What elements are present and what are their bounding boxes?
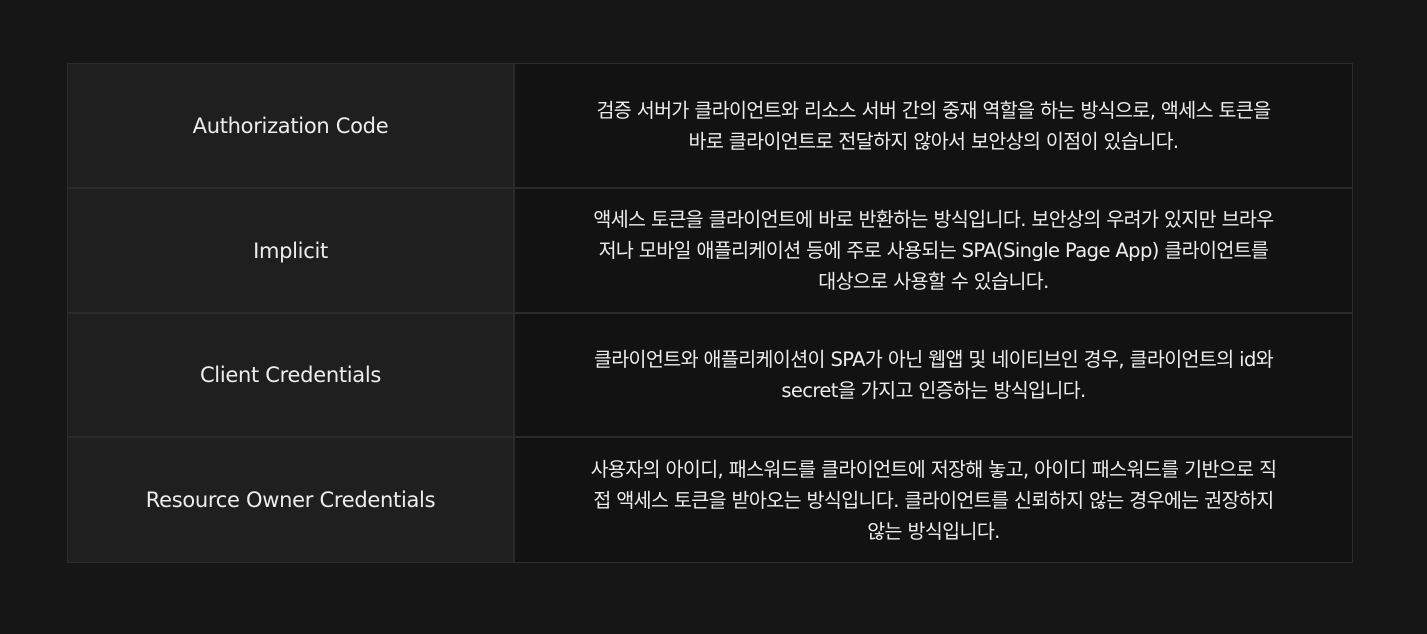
grant-type-name: Authorization Code xyxy=(192,113,389,138)
description-line: 접 액세스 토큰을 받아오는 방식입니다. 클라이언트를 신뢰하지 않는 경우에… xyxy=(593,488,1274,512)
description-line: 검증 서버가 클라이언트와 리소스 서버 간의 중재 역할을 하는 방식으로, … xyxy=(596,98,1271,122)
description-line: 클라이언트와 애플리케이션이 SPA가 아닌 웹앱 및 네이티브인 경우, 클라… xyxy=(593,348,1274,371)
grant-type-label: Resource Owner Credentials xyxy=(68,438,515,562)
grant-type-label: Implicit xyxy=(68,189,515,314)
description-line: 대상으로 사용할 수 있습니다. xyxy=(818,270,1049,293)
grant-type-name: Client Credentials xyxy=(199,363,382,387)
description-line: 저나 모바일 애플리케이션 등에 주로 사용되는 SPA(Single Page… xyxy=(598,239,1269,262)
description-line: 사용자의 아이디, 패스워드를 클라이언트에 저장해 놓고, 아이디 패스워드를… xyxy=(590,457,1277,481)
grant-type-description: 검증 서버가 클라이언트와 리소스 서버 간의 중재 역할을 하는 방식으로, … xyxy=(515,64,1352,189)
grant-type-name: Resource Owner Credentials xyxy=(145,488,436,512)
grant-type-description: 사용자의 아이디, 패스워드를 클라이언트에 저장해 놓고, 아이디 패스워드를… xyxy=(515,438,1352,562)
description-line: 않는 방식입니다. xyxy=(867,519,1000,543)
grant-type-description: 클라이언트와 애플리케이션이 SPA가 아닌 웹앱 및 네이티브인 경우, 클라… xyxy=(515,314,1352,438)
grant-type-label: Authorization Code xyxy=(68,64,515,189)
description-line: secret을 가지고 인증하는 방식입니다. xyxy=(781,379,1086,402)
grant-types-table: Authorization Code 검증 서버가 클라이언트와 리소스 서버 … xyxy=(67,63,1353,563)
grant-type-label: Client Credentials xyxy=(68,314,515,438)
grant-type-name: Implicit xyxy=(253,238,328,263)
description-line: 액세스 토큰을 클라이언트에 바로 반환하는 방식입니다. 보안상의 우려가 있… xyxy=(593,208,1274,231)
description-line: 바로 클라이언트로 전달하지 않아서 보안상의 이점이 있습니다. xyxy=(688,129,1179,153)
grant-type-description: 액세스 토큰을 클라이언트에 바로 반환하는 방식입니다. 보안상의 우려가 있… xyxy=(515,189,1352,314)
